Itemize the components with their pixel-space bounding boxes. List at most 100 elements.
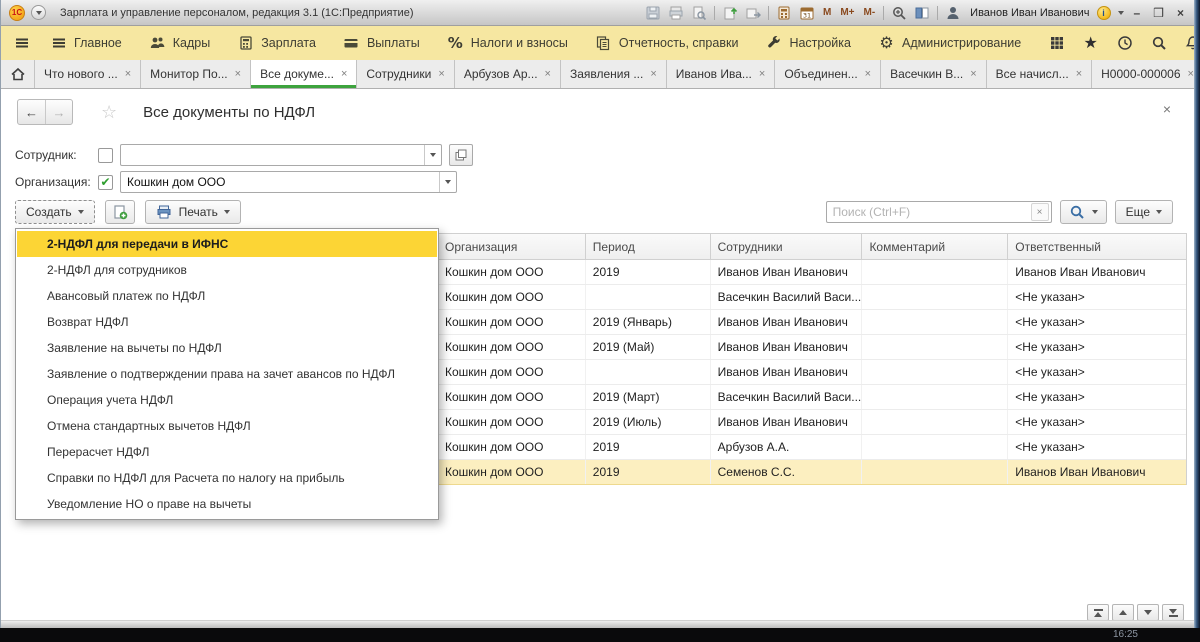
column-header[interactable]: Комментарий [862,234,1008,259]
tab-close-icon[interactable]: × [650,69,656,80]
employee-open-button[interactable] [449,144,473,166]
column-header[interactable]: Организация [438,234,586,259]
table-row[interactable]: Кошкин дом ООО2019 (Март)Васечкин Васили… [438,385,1186,410]
hamburger-menu-button[interactable] [13,35,30,52]
tab-close-icon[interactable]: × [970,69,976,80]
calculator-icon[interactable] [776,5,792,21]
search-input[interactable] [827,205,1031,219]
table-row[interactable]: Кошкин дом ООО2019 (Январь)Иванов Иван И… [438,310,1186,335]
all-functions-grid-icon[interactable] [1048,35,1065,52]
go-previous-button[interactable] [1112,604,1134,621]
create-menu-item[interactable]: Возврат НДФЛ [17,309,437,335]
tab-10[interactable]: Н0000-000006× [1092,60,1200,88]
employee-checkbox[interactable] [98,148,113,163]
tab-5[interactable]: Заявления ...× [561,60,667,88]
tab-close-icon[interactable]: × [438,69,444,80]
tab-6[interactable]: Иванов Ива...× [667,60,776,88]
copy-document-button[interactable] [105,200,135,224]
main-menu-round-button[interactable] [31,5,46,20]
tab-close-icon[interactable]: × [759,69,765,80]
split-view-icon[interactable] [914,5,930,21]
restore-button[interactable]: ❒ [1150,6,1167,20]
organization-dropdown-icon[interactable] [439,172,456,192]
memory-m-plus-button[interactable]: M+ [839,7,855,18]
menu-section-nalogi-i-vznosy[interactable]: %Налоги и взносы [447,35,568,52]
form-close-icon[interactable]: × [1163,101,1171,117]
column-header[interactable]: Ответственный [1008,234,1186,259]
menu-section-glavnoe[interactable]: Главное [50,35,122,52]
send-document-icon[interactable] [722,5,738,21]
create-menu-item[interactable]: Заявление о подтверждении права на зачет… [17,361,437,387]
menu-section-kadry[interactable]: Кадры [149,35,210,52]
organization-checkbox[interactable]: ✔ [98,175,113,190]
memory-m-button[interactable]: M [822,7,832,18]
menu-section-zarplata[interactable]: Зарплата [237,35,316,52]
table-row[interactable]: Кошкин дом ООО2019 (Июль)Иванов Иван Ива… [438,410,1186,435]
create-menu-item[interactable]: Уведомление НО о праве на вычеты [17,491,437,517]
go-next-button[interactable] [1137,604,1159,621]
menu-section-otchetnost-spravki[interactable]: Отчетность, справки [595,35,739,52]
save-icon[interactable] [645,5,661,21]
menu-section-vyplaty[interactable]: Выплаты [343,35,420,52]
tab-9[interactable]: Все начисл...× [987,60,1092,88]
go-first-button[interactable] [1087,604,1109,621]
print-icon[interactable] [668,5,684,21]
table-row[interactable]: Кошкин дом ООО2019Иванов Иван ИвановичИв… [438,260,1186,285]
tab-close-icon[interactable]: × [1188,69,1194,80]
tab-close-icon[interactable]: × [341,69,347,80]
table-row[interactable]: Кошкин дом ООО2019Арбузов А.А.<Не указан… [438,435,1186,460]
global-search-icon[interactable] [1150,35,1167,52]
create-menu-item[interactable]: Перерасчет НДФЛ [17,439,437,465]
column-header[interactable]: Период [586,234,711,259]
create-button[interactable]: Создать [15,200,95,224]
organization-combobox[interactable]: Кошкин дом ООО [120,171,457,193]
table-row[interactable]: Кошкин дом ОООИванов Иван Иванович<Не ук… [438,360,1186,385]
employee-dropdown-icon[interactable] [424,145,441,165]
tab-4[interactable]: Арбузов Ар...× [455,60,561,88]
column-header[interactable]: Сотрудники [711,234,863,259]
table-row[interactable]: Кошкин дом ООО2019Семенов С.С.Иванов Ива… [438,460,1186,485]
favorite-star-icon[interactable]: ☆ [101,102,117,123]
menu-section-administrirovanie[interactable]: ⚙Администрирование [878,35,1021,52]
tab-7[interactable]: Объединен...× [775,60,881,88]
tab-2[interactable]: Все докуме...× [251,60,357,88]
create-menu-item[interactable]: 2-НДФЛ для передачи в ИФНС [17,231,437,257]
tab-close-icon[interactable]: × [235,69,241,80]
tab-close-icon[interactable]: × [1076,69,1082,80]
zoom-icon[interactable] [891,5,907,21]
back-button[interactable]: ← [18,100,45,124]
create-menu-item[interactable]: Заявление на вычеты по НДФЛ [17,335,437,361]
favorites-star-icon[interactable]: ★ [1082,35,1099,52]
tab-1[interactable]: Монитор По...× [141,60,251,88]
create-menu-item[interactable]: Отмена стандартных вычетов НДФЛ [17,413,437,439]
print-button[interactable]: Печать [145,200,241,224]
tab-8[interactable]: Васечкин В...× [881,60,987,88]
create-menu-item[interactable]: 2-НДФЛ для сотрудников [17,257,437,283]
close-button[interactable]: × [1174,6,1187,20]
forward-button[interactable]: → [45,100,72,124]
print-preview-icon[interactable] [691,5,707,21]
fax-icon[interactable] [745,5,761,21]
tab-home[interactable] [1,60,35,88]
info-icon[interactable]: i [1097,6,1111,20]
os-taskbar[interactable]: 16:25 [0,628,1200,642]
create-menu-item[interactable]: Авансовый платеж по НДФЛ [17,283,437,309]
tab-close-icon[interactable]: × [125,69,131,80]
current-user-name[interactable]: Иванов Иван Иванович [970,7,1089,19]
menu-section-nastroyka[interactable]: Настройка [765,35,851,52]
employee-combobox[interactable] [120,144,442,166]
history-clock-icon[interactable] [1116,35,1133,52]
create-menu-item[interactable]: Справки по НДФЛ для Расчета по налогу на… [17,465,437,491]
tab-close-icon[interactable]: × [545,69,551,80]
minimize-button[interactable]: – [1131,6,1144,20]
tab-3[interactable]: Сотрудники× [357,60,454,88]
tab-0[interactable]: Что нового ...× [35,60,141,88]
calendar-icon[interactable]: 31 [799,5,815,21]
table-row[interactable]: Кошкин дом ОООВасечкин Василий Васи...<Н… [438,285,1186,310]
search-clear-icon[interactable]: × [1031,203,1049,221]
tab-close-icon[interactable]: × [865,69,871,80]
memory-m-minus-button[interactable]: M- [862,7,876,18]
go-last-button[interactable] [1162,604,1184,621]
table-row[interactable]: Кошкин дом ООО2019 (Май)Иванов Иван Иван… [438,335,1186,360]
info-dropdown-icon[interactable] [1118,11,1124,15]
